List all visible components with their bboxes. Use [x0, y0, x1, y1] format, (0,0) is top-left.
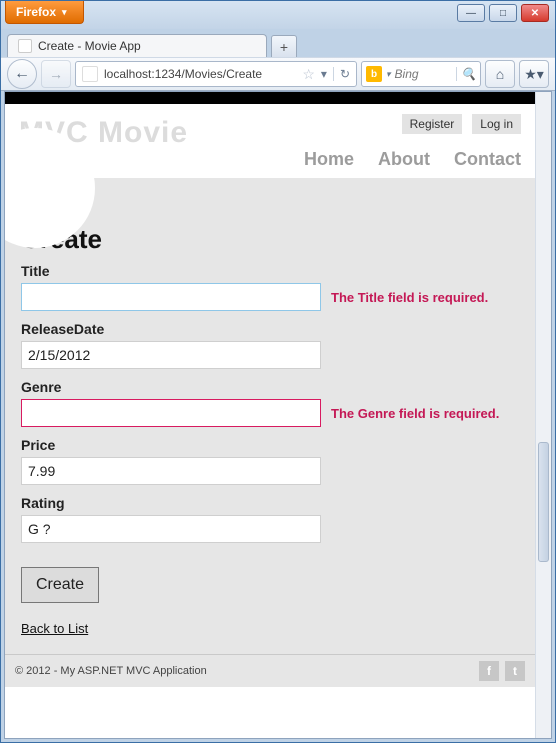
site-footer: © 2012 - My ASP.NET MVC Application f t	[5, 654, 535, 687]
field-genre: Genre The Genre field is required.	[21, 379, 519, 427]
input-price[interactable]	[21, 457, 321, 485]
field-rating: Rating	[21, 495, 519, 543]
account-links: Register Log in	[402, 114, 521, 134]
search-go-button[interactable]: 🔍	[456, 67, 476, 81]
tab-strip: Create - Movie App +	[1, 29, 555, 57]
label-releasedate: ReleaseDate	[21, 321, 519, 337]
new-tab-button[interactable]: +	[271, 35, 297, 57]
url-text: localhost:1234/Movies/Create	[104, 67, 296, 81]
register-link[interactable]: Register	[402, 114, 463, 134]
site-header: MVC Movie Register Log in Home About Con…	[5, 104, 535, 178]
input-title[interactable]	[21, 283, 321, 311]
create-button[interactable]: Create	[21, 567, 99, 603]
firefox-menu-button[interactable]: Firefox ▾	[5, 1, 84, 24]
error-genre: The Genre field is required.	[331, 406, 499, 421]
label-genre: Genre	[21, 379, 519, 395]
scrollbar-thumb[interactable]	[538, 442, 549, 562]
login-link[interactable]: Log in	[472, 114, 521, 134]
label-rating: Rating	[21, 495, 519, 511]
minimize-button[interactable]: —	[457, 4, 485, 22]
bing-icon: b	[366, 66, 382, 82]
field-title: Title The Title field is required.	[21, 263, 519, 311]
label-price: Price	[21, 437, 519, 453]
nav-contact[interactable]: Contact	[454, 149, 521, 170]
social-links: f t	[479, 661, 525, 681]
field-releasedate: ReleaseDate	[21, 321, 519, 369]
dropdown-caret-icon[interactable]: ▾	[321, 67, 327, 81]
search-box[interactable]: b ▾ Bing 🔍	[361, 61, 481, 87]
browser-tab-active[interactable]: Create - Movie App	[7, 34, 267, 57]
page-content: MVC Movie Register Log in Home About Con…	[5, 92, 535, 738]
page-favicon-icon	[18, 39, 32, 53]
nav-home[interactable]: Home	[304, 149, 354, 170]
tab-title: Create - Movie App	[38, 39, 141, 53]
viewport: MVC Movie Register Log in Home About Con…	[4, 91, 552, 739]
browser-toolbar: ← → localhost:1234/Movies/Create ☆ ▾ ↻ b…	[1, 57, 555, 91]
site-identity-icon	[82, 66, 98, 82]
address-bar[interactable]: localhost:1234/Movies/Create ☆ ▾ ↻	[75, 61, 357, 87]
facebook-icon[interactable]: f	[479, 661, 499, 681]
vertical-scrollbar[interactable]	[535, 92, 551, 738]
nav-about[interactable]: About	[378, 149, 430, 170]
caret-down-icon: ▾	[62, 7, 67, 18]
main-content: Create Title The Title field is required…	[5, 178, 535, 654]
error-title: The Title field is required.	[331, 290, 488, 305]
bookmarks-button[interactable]: ★▾	[519, 60, 549, 88]
firefox-menu-label: Firefox	[16, 5, 56, 19]
field-price: Price	[21, 437, 519, 485]
page-title: Create	[21, 224, 519, 255]
footer-text: © 2012 - My ASP.NET MVC Application	[15, 665, 207, 677]
main-nav: Home About Contact	[304, 149, 521, 170]
maximize-button[interactable]: □	[489, 4, 517, 22]
input-genre[interactable]	[21, 399, 321, 427]
reload-button[interactable]: ↻	[333, 67, 350, 81]
label-title: Title	[21, 263, 519, 279]
browser-titlebar: Firefox ▾ — □ ✕	[1, 1, 555, 29]
close-button[interactable]: ✕	[521, 4, 549, 22]
top-black-bar	[5, 92, 535, 104]
twitter-icon[interactable]: t	[505, 661, 525, 681]
back-button[interactable]: ←	[7, 59, 37, 89]
input-releasedate[interactable]	[21, 341, 321, 369]
home-button[interactable]: ⌂	[485, 60, 515, 88]
input-rating[interactable]	[21, 515, 321, 543]
bookmark-star-icon[interactable]: ☆	[302, 66, 315, 83]
search-engine-caret-icon[interactable]: ▾	[386, 69, 391, 80]
forward-button[interactable]: →	[41, 60, 71, 88]
window-controls: — □ ✕	[457, 4, 549, 22]
search-placeholder: Bing	[395, 67, 453, 81]
back-to-list-link[interactable]: Back to List	[21, 621, 88, 636]
